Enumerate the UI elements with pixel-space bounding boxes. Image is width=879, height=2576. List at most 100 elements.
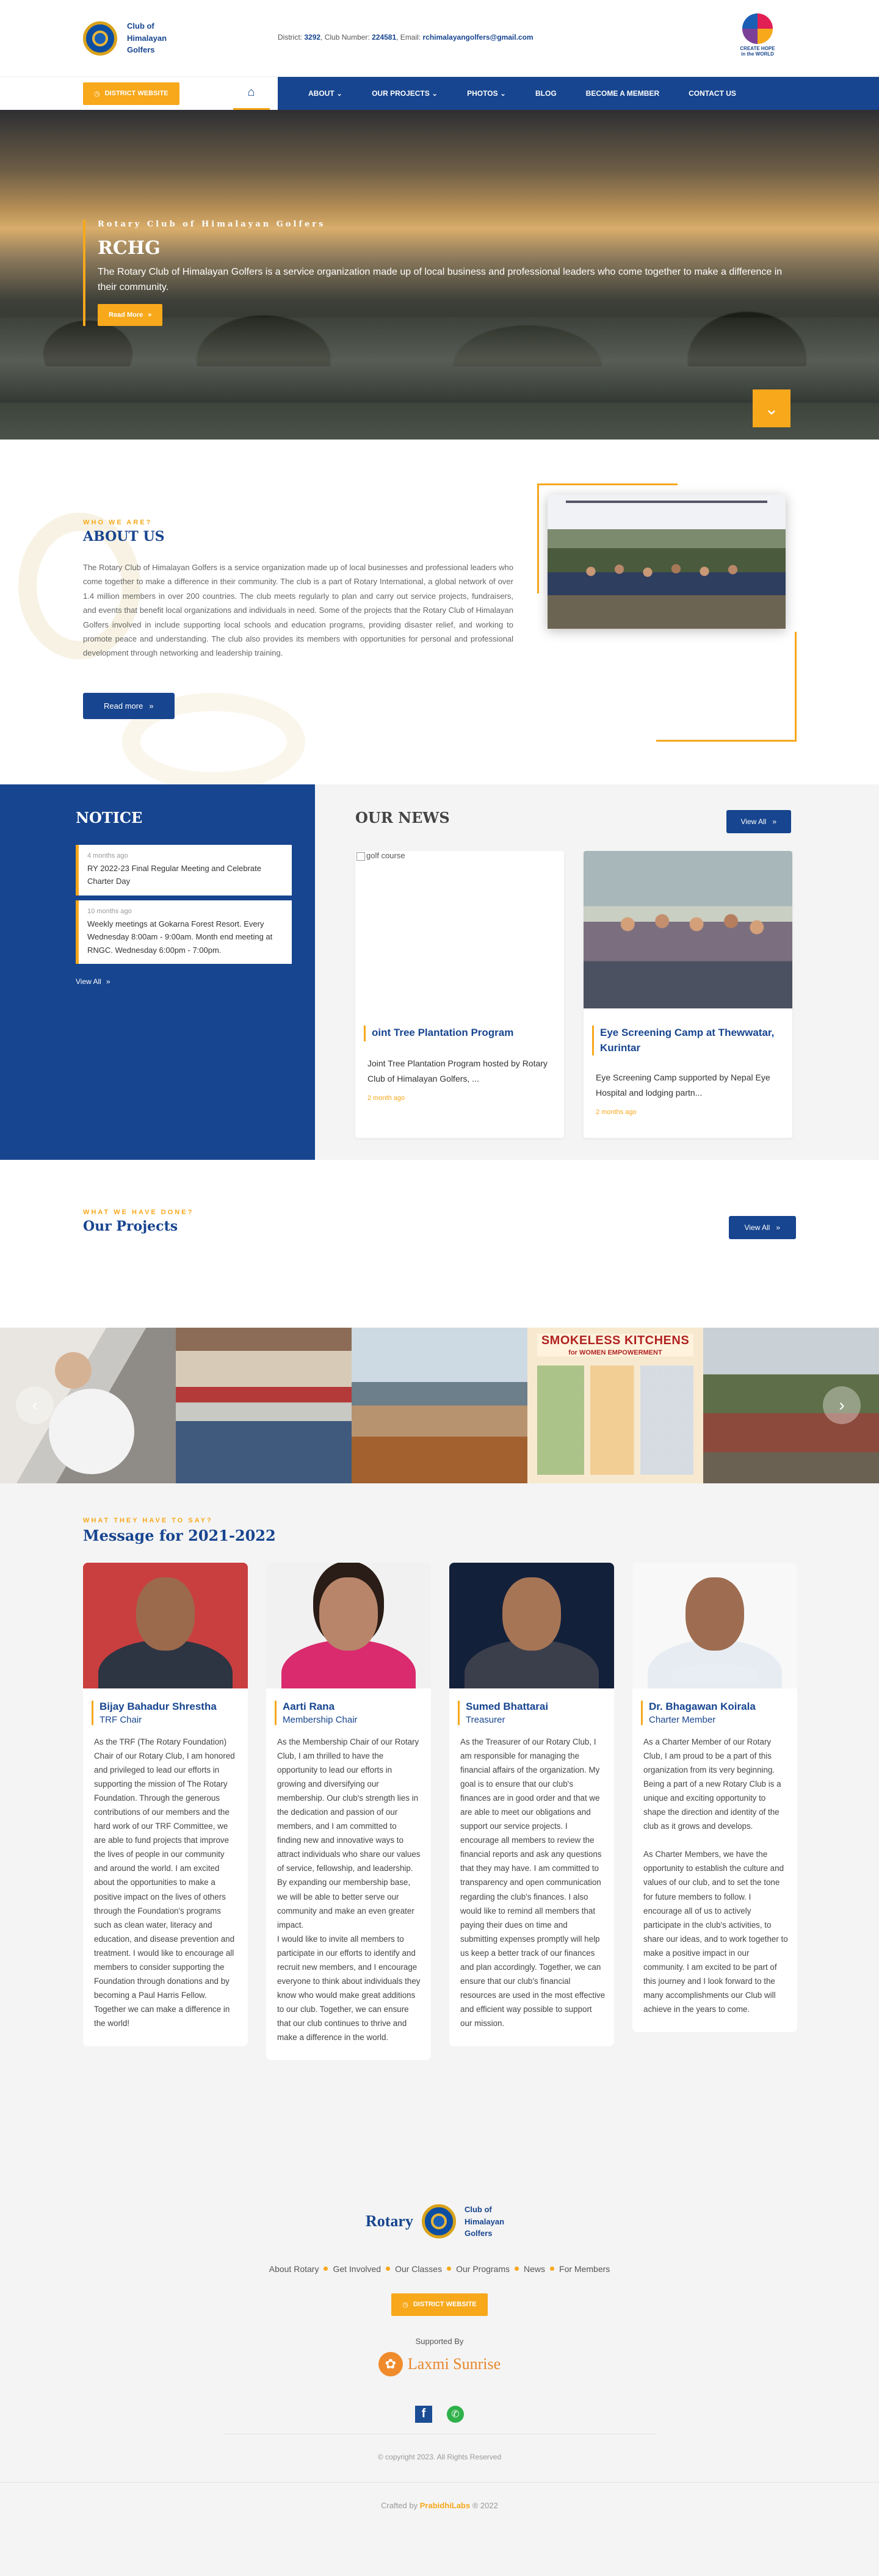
notice-view-all-link[interactable]: View All » (76, 977, 110, 986)
news-image-broken: golf course (355, 851, 564, 1008)
hero-content: Rotary Club of Himalayan Golfers RCHG Th… (83, 220, 797, 326)
crafted-by: Crafted by PrabidhiLabs ® 2022 (0, 2481, 879, 2510)
crafted-by-link[interactable]: PrabidhiLabs (420, 2501, 470, 2510)
member-role: Charter Member (649, 1715, 716, 1725)
rotary-wordmark: Rotary (366, 2212, 413, 2230)
notice-view-all-label: View All (76, 977, 101, 986)
news-view-all-label: View All (740, 817, 767, 826)
member-name: Bijay Bahadur Shrestha (99, 1701, 217, 1712)
dot-separator (550, 2267, 555, 2271)
notice-item[interactable]: 10 months ago Weekly meetings at Gokarna… (76, 900, 292, 964)
project-image[interactable] (352, 1328, 527, 1483)
notice-item[interactable]: 4 months ago RY 2022-23 Final Regular Me… (76, 845, 292, 895)
footer-link-our-classes[interactable]: Our Classes (395, 2264, 442, 2274)
footer-links: About Rotary Get Involved Our Classes Ou… (0, 2264, 879, 2274)
news-view-all-button[interactable]: View All » (726, 810, 791, 833)
nav-photos-label: PHOTOS (467, 89, 498, 98)
member-message: As the Treasurer of our Rotary Club, I a… (460, 1737, 606, 2028)
notice-title: NOTICE (76, 809, 143, 827)
hero-text: The Rotary Club of Himalayan Golfers is … (98, 267, 783, 292)
news-card-date: 2 months ago (596, 1109, 637, 1116)
facebook-icon[interactable]: f (415, 2405, 432, 2423)
project-image[interactable]: SMOKELESS KITCHENS for WOMEN EMPOWERMENT (527, 1328, 703, 1483)
about-eyebrow: WHO WE ARE? (83, 519, 153, 526)
whatsapp-icon[interactable]: ✆ (447, 2405, 464, 2423)
news-image-alt: golf course (355, 851, 405, 861)
clock-icon: ◷ (94, 90, 100, 98)
nav-become-member[interactable]: BECOME A MEMBER (586, 89, 659, 98)
nav-blog[interactable]: BLOG (535, 89, 557, 98)
message-card: Sumed Bhattarai Treasurer As the Treasur… (449, 1563, 614, 2046)
sponsor-logo[interactable]: ✿ Laxmi Sunrise (378, 2351, 501, 2376)
double-chevron-right-icon: » (106, 977, 110, 986)
member-role: Treasurer (466, 1715, 505, 1725)
footer-district-website-button[interactable]: ◷ DISTRICT WEBSITE (391, 2293, 488, 2316)
footer-link-our-programs[interactable]: Our Programs (456, 2264, 510, 2274)
laxmi-sunrise-icon: ✿ (378, 2351, 403, 2376)
dot-separator (386, 2267, 391, 2271)
about-title: ABOUT US (83, 529, 165, 545)
home-icon[interactable]: ⌂ (233, 77, 270, 110)
footer-link-news[interactable]: News (524, 2264, 545, 2274)
message-card: Bijay Bahadur Shrestha TRF Chair As the … (83, 1563, 248, 2046)
footer-logo[interactable]: Rotary Club of Himalayan Golfers (366, 2204, 513, 2240)
about-section: WHO WE ARE? ABOUT US The Rotary Club of … (0, 440, 879, 791)
email-link[interactable]: rchimalayangolfers@gmail.com (423, 33, 534, 42)
photo-roof (566, 501, 767, 509)
news-card[interactable]: golf course oint Tree Plantation Program… (355, 851, 564, 1138)
district-website-button[interactable]: ◷ DISTRICT WEBSITE (83, 82, 179, 105)
carousel-next-icon[interactable]: › (823, 1386, 861, 1424)
notice-text: RY 2022-23 Final Regular Meeting and Cel… (87, 864, 261, 886)
projects-view-all-button[interactable]: View All » (728, 1216, 796, 1239)
footer-club-name: Club of Himalayan Golfers (464, 2205, 505, 2238)
project-image[interactable] (176, 1328, 352, 1483)
news-panel: OUR NEWS View All » golf course oint Tre… (315, 784, 879, 1160)
messages-eyebrow: WHAT THEY HAVE TO SAY? (83, 1517, 213, 1524)
hero-read-more-button[interactable]: Read More » (98, 303, 163, 326)
hero-banner: Rotary Club of Himalayan Golfers RCHG Th… (0, 110, 879, 440)
news-card-desc: Eye Screening Camp supported by Nepal Ey… (596, 1073, 770, 1098)
district-label: District: (278, 33, 302, 42)
news-card-title[interactable]: oint Tree Plantation Program (364, 1026, 555, 1041)
create-hope-text: CREATE HOPE in the WORLD (740, 46, 775, 57)
about-read-more-button[interactable]: Read more » (83, 693, 175, 719)
footer-link-about-rotary[interactable]: About Rotary (269, 2264, 319, 2274)
news-card[interactable]: Eye Screening Camp at Thewwatar, Kurinta… (584, 851, 792, 1138)
carousel-prev-icon[interactable]: ‹ (16, 1386, 54, 1424)
member-message: As the TRF (The Rotary Foundation) Chair… (94, 1737, 235, 2028)
member-photo (83, 1563, 248, 1688)
dot-separator (324, 2267, 328, 2271)
notice-text: Weekly meetings at Gokarna Forest Resort… (87, 919, 273, 955)
photo-people (572, 559, 761, 601)
news-card-date: 2 month ago (367, 1094, 405, 1102)
footer-link-for-members[interactable]: For Members (559, 2264, 610, 2274)
club-number-label: , Club Number: (320, 33, 370, 42)
dot-separator (447, 2267, 452, 2271)
create-hope-icon (742, 13, 773, 44)
member-message: As the Membership Chair of our Rotary Cl… (277, 1737, 421, 2042)
footer-district-website-label: DISTRICT WEBSITE (413, 2301, 477, 2308)
nav-about-label: ABOUT (308, 89, 335, 98)
news-card-title[interactable]: Eye Screening Camp at Thewwatar, Kurinta… (592, 1026, 784, 1056)
messages-section: WHAT THEY HAVE TO SAY? Message for 2021-… (0, 1474, 879, 2198)
double-chevron-right-icon: » (148, 311, 152, 319)
supported-by-label: Supported By (415, 2336, 464, 2346)
about-paragraph: The Rotary Club of Himalayan Golfers is … (83, 563, 513, 658)
nav-projects-label: OUR PROJECTS (372, 89, 430, 98)
nav-contact-us[interactable]: CONTACT US (689, 89, 736, 98)
footer-link-get-involved[interactable]: Get Involved (333, 2264, 381, 2274)
district-website-label: DISTRICT WEBSITE (104, 90, 168, 97)
sponsor-name: Laxmi Sunrise (407, 2354, 501, 2373)
hero-kicker: Rotary Club of Himalayan Golfers (98, 220, 326, 229)
rotary-wheel-icon (83, 21, 117, 56)
nav-photos[interactable]: PHOTOS ⌄ (467, 89, 506, 98)
rotary-wheel-icon (421, 2204, 456, 2239)
poster-heading: SMOKELESS KITCHENS for WOMEN EMPOWERMENT (537, 1334, 693, 1356)
nav-about[interactable]: ABOUT ⌄ (308, 89, 342, 98)
messages-title: Message for 2021-2022 (83, 1527, 276, 1544)
member-photo (449, 1563, 614, 1688)
group-photo (548, 494, 786, 629)
club-logo[interactable]: Club of Himalayan Golfers (83, 20, 176, 56)
nav-our-projects[interactable]: OUR PROJECTS ⌄ (372, 89, 438, 98)
chevron-down-icon[interactable]: ⌄ (753, 389, 790, 427)
